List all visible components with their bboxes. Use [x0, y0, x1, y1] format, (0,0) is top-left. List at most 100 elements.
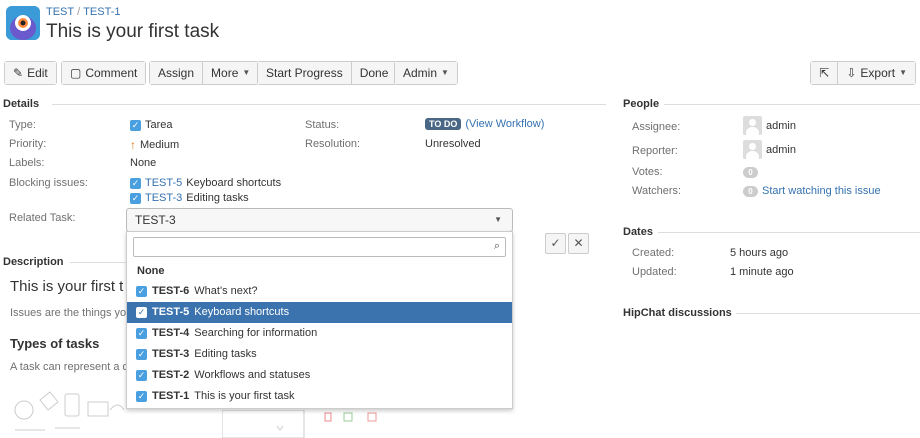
people-divider [664, 104, 920, 105]
avatar [743, 140, 762, 159]
admin-button[interactable]: Admin ▼ [395, 62, 457, 84]
assign-button[interactable]: Assign [150, 62, 203, 84]
edit-group: ✎ Edit [4, 61, 57, 85]
reporter-label: Reporter: [632, 145, 678, 157]
type-value: ✓ Tarea [130, 119, 173, 131]
task-type-icon: ✓ [136, 349, 147, 360]
project-avatar[interactable] [6, 6, 40, 40]
issue-toolbar: ✎ Edit ▢ Comment Assign More ▼ Start Progre… [4, 61, 916, 85]
check-icon: ✓ [550, 236, 561, 250]
comment-icon: ▢ [70, 66, 82, 80]
export-button[interactable]: ⇩ Export ▼ [837, 62, 915, 84]
dates-divider [658, 232, 920, 233]
comment-group: ▢ Comment [61, 61, 147, 85]
breadcrumb-issue[interactable]: TEST-1 [83, 6, 120, 18]
type-label: Type: [9, 119, 36, 131]
workflow-illustration [222, 410, 377, 438]
edit-button[interactable]: ✎ Edit [5, 62, 56, 84]
task-type-icon: ✓ [136, 307, 147, 318]
assignee-value[interactable]: admin [743, 116, 796, 135]
details-divider [52, 104, 606, 105]
dropdown-option[interactable]: ✓ TEST-6 What's next? [127, 281, 512, 302]
dates-heading: Dates [623, 226, 653, 238]
details-heading: Details [3, 98, 40, 110]
option-none[interactable]: None [137, 265, 165, 277]
search-icon: ⌕ [493, 240, 500, 252]
view-workflow-link[interactable]: (View Workflow) [465, 118, 544, 130]
related-task-label: Related Task: [9, 212, 76, 224]
votes-value[interactable]: 0 [743, 167, 758, 178]
status-value: TO DO (View Workflow) [425, 118, 544, 130]
dropdown-option[interactable]: ✓ TEST-1 This is your first task [127, 386, 512, 407]
chevron-down-icon: ▼ [242, 68, 251, 77]
status-label: Status: [305, 119, 340, 131]
votes-count-badge: 0 [743, 167, 758, 178]
cancel-button[interactable]: ✕ [568, 233, 589, 254]
share-button[interactable]: ⇱ [811, 62, 838, 84]
dropdown-option[interactable]: ✓ TEST-2 Workflows and statuses [127, 365, 512, 386]
task-type-icon: ✓ [136, 328, 147, 339]
dropdown-search-input[interactable] [133, 237, 506, 257]
task-type-icon: ✓ [136, 391, 147, 402]
created-label: Created: [632, 247, 675, 259]
pencil-icon: ✎ [13, 66, 24, 80]
task-illustration [14, 391, 125, 431]
breadcrumb-separator: / [77, 6, 81, 18]
labels-label: Labels: [9, 157, 45, 169]
description-text: Issues are the things yo [10, 307, 127, 319]
task-type-icon: ✓ [130, 177, 141, 189]
confirm-button[interactable]: ✓ [545, 233, 566, 254]
related-task-selected: TEST-3 [135, 213, 176, 227]
done-button[interactable]: Done [350, 62, 397, 84]
start-watching-link[interactable]: Start watching this issue [762, 185, 881, 197]
breadcrumb-project[interactable]: TEST [46, 6, 74, 18]
dropdown-option-active[interactable]: ✓ TEST-5 Keyboard shortcuts [127, 302, 512, 323]
arrow-up-icon: ↑ [130, 138, 136, 152]
related-task-select[interactable]: TEST-3 ▼ [126, 208, 513, 232]
page-title: This is your first task [46, 21, 220, 42]
assign-more-group: Assign More ▼ [149, 61, 260, 85]
task-type-icon: ✓ [136, 286, 147, 297]
priority-label: Priority: [9, 138, 47, 150]
description-heading: Description [3, 256, 64, 268]
dropdown-option[interactable]: ✓ TEST-4 Searching for information [127, 323, 512, 344]
task-type-icon: ✓ [130, 119, 141, 131]
share-icon: ⇱ [819, 66, 830, 80]
people-heading: People [623, 98, 660, 110]
description-divider [70, 262, 126, 263]
close-icon: ✕ [573, 236, 584, 250]
resolution-label: Resolution: [305, 138, 361, 150]
more-button[interactable]: More ▼ [202, 62, 259, 84]
task-type-icon: ✓ [136, 370, 147, 381]
watchers-count-badge: 0 [743, 185, 758, 197]
hipchat-heading: HipChat discussions [623, 307, 732, 319]
task-type-icon: ✓ [130, 192, 141, 204]
admin-group: Admin ▼ [394, 61, 458, 85]
types-heading: Types of tasks [10, 336, 100, 351]
labels-value[interactable]: None [130, 157, 156, 169]
comment-button[interactable]: ▢ Comment [62, 62, 146, 84]
workflow-group: Start Progress Done [257, 61, 398, 85]
assignee-label: Assignee: [632, 121, 681, 133]
watchers-label: Watchers: [632, 185, 682, 197]
related-task-dropdown: ⌕ None ✓ TEST-6 What's next? ✓ TEST-5 Keyboa… [126, 231, 513, 409]
blocking-label: Blocking issues: [9, 177, 88, 189]
avatar [743, 116, 762, 135]
reporter-value[interactable]: admin [743, 140, 796, 159]
hipchat-divider [736, 313, 920, 314]
blocking-issue[interactable]: ✓ TEST-5 Keyboard shortcuts [130, 177, 281, 189]
priority-value: ↑ Medium [130, 138, 180, 152]
updated-label: Updated: [632, 266, 677, 278]
resolution-value: Unresolved [425, 138, 481, 150]
share-export-group: ⇱ ⇩ Export ▼ [810, 61, 916, 85]
status-badge: TO DO [425, 118, 462, 130]
chevron-down-icon: ▼ [899, 68, 907, 77]
blocking-issue[interactable]: ✓ TEST-3 Editing tasks [130, 192, 249, 204]
export-icon: ⇩ [846, 66, 857, 80]
description-title: This is your first t [10, 278, 124, 295]
dropdown-option[interactable]: ✓ TEST-3 Editing tasks [127, 344, 512, 365]
updated-value: 1 minute ago [730, 266, 794, 278]
watchers-value: 0 Start watching this issue [743, 185, 881, 197]
breadcrumb: TEST / TEST-1 [46, 6, 120, 18]
start-progress-button[interactable]: Start Progress [258, 62, 351, 84]
